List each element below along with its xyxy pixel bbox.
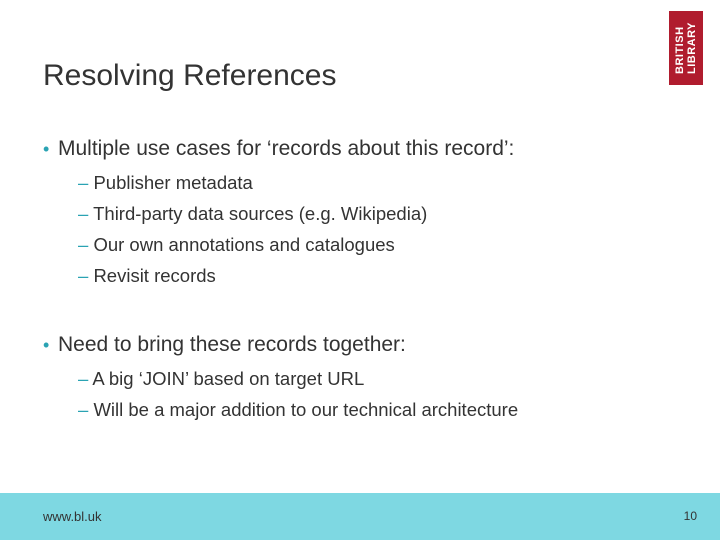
- bullet-group-1: • Multiple use cases for ‘records about …: [43, 135, 683, 291]
- dash-icon: –: [78, 399, 94, 420]
- dash-icon: –: [78, 172, 94, 193]
- sub-bullet-item: – Will be a major addition to our techni…: [78, 394, 683, 425]
- bullet-text: Multiple use cases for ‘records about th…: [58, 137, 515, 160]
- bullet-text: Need to bring these records together:: [58, 333, 406, 356]
- bullet-dot-icon: •: [43, 139, 50, 159]
- bullet-item: • Need to bring these records together:: [43, 331, 683, 359]
- logo-text: BRITISH LIBRARY: [674, 22, 698, 74]
- page-number: 10: [683, 509, 697, 523]
- dash-icon: –: [78, 234, 94, 255]
- footer-url-link[interactable]: www.bl.uk: [43, 509, 102, 524]
- sub-bullet-item: – Publisher metadata: [78, 167, 683, 198]
- sub-bullet-item: – Third-party data sources (e.g. Wikiped…: [78, 198, 683, 229]
- british-library-logo: BRITISH LIBRARY: [669, 11, 703, 85]
- sub-bullet-item: – A big ‘JOIN’ based on target URL: [78, 363, 683, 394]
- sub-bullet-list: – A big ‘JOIN’ based on target URL – Wil…: [43, 363, 683, 425]
- bullet-item: • Multiple use cases for ‘records about …: [43, 135, 683, 163]
- dash-icon: –: [78, 265, 94, 286]
- sub-bullet-text: A big ‘JOIN’ based on target URL: [92, 368, 365, 389]
- sub-bullet-item: – Our own annotations and catalogues: [78, 229, 683, 260]
- footer-bar: www.bl.uk 10: [0, 493, 720, 540]
- bullet-group-2: • Need to bring these records together: …: [43, 331, 683, 425]
- logo-line-british: BRITISH: [674, 26, 686, 74]
- logo-line-library: LIBRARY: [686, 22, 698, 74]
- sub-bullet-list: – Publisher metadata – Third-party data …: [43, 167, 683, 291]
- slide-title: Resolving References: [43, 59, 337, 92]
- dash-icon: –: [78, 203, 94, 224]
- dash-icon: –: [78, 368, 93, 389]
- sub-bullet-item: – Revisit records: [78, 260, 683, 291]
- sub-bullet-text: Our own annotations and catalogues: [93, 234, 395, 255]
- sub-bullet-text: Publisher metadata: [93, 172, 253, 193]
- bullet-dot-icon: •: [43, 335, 50, 355]
- sub-bullet-text: Will be a major addition to our technica…: [93, 399, 519, 420]
- sub-bullet-text: Third-party data sources (e.g. Wikipedia…: [93, 203, 428, 224]
- sub-bullet-text: Revisit records: [93, 265, 216, 286]
- slide-content: • Multiple use cases for ‘records about …: [43, 135, 683, 425]
